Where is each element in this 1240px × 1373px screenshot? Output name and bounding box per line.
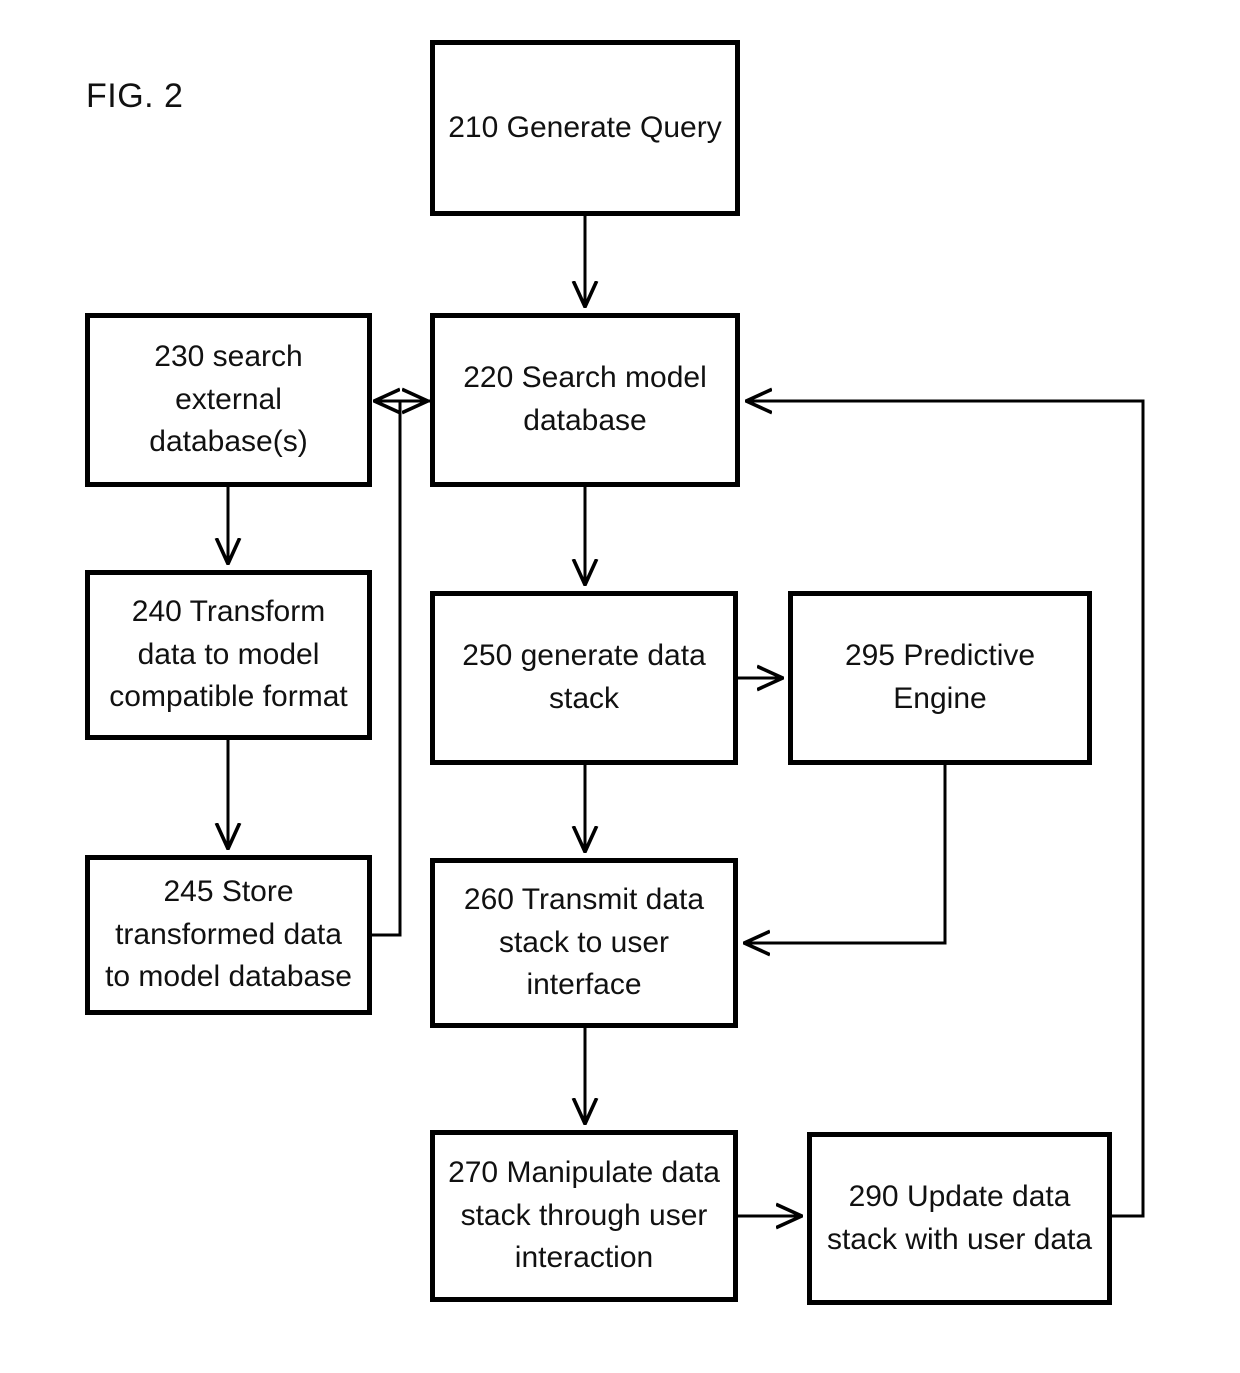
process-box-label: 230 search external database(s) [149,340,308,459]
connector-edge-290-to-220 [748,401,1145,1218]
process-box-generate-data-stack[interactable]: 250 generate data stack [430,591,738,765]
connector-edge-245-to-220 [372,401,426,937]
process-box-transmit-data-stack-to-user-interface[interactable]: 260 Transmit data stack to user interfac… [430,858,738,1028]
connector-edge-295-to-260 [746,765,947,943]
process-box-label: 245 Store transformed data to model data… [105,875,352,994]
process-box-label: 270 Manipulate data stack through user i… [448,1156,720,1275]
process-box-generate-query[interactable]: 210 Generate Query [430,40,740,216]
process-box-label: 260 Transmit data stack to user interfac… [463,883,705,1002]
process-box-label: 220 Search model database [463,361,707,437]
process-box-store-transformed-data-to-model-database[interactable]: 245 Store transformed data to model data… [85,855,372,1015]
process-box-search-model-database[interactable]: 220 Search model database [430,313,740,487]
figure-canvas: FIG. 2 210 Generate Query 230 search exte… [0,0,1240,1373]
process-box-transform-data-to-model-compatible-format[interactable]: 240 Transform data to model compatible f… [85,570,372,740]
process-box-predictive-engine[interactable]: 295 Predictive Engine [788,591,1092,765]
process-box-label: 250 generate data stack [462,639,706,715]
process-box-manipulate-data-stack-through-user-interaction[interactable]: 270 Manipulate data stack through user i… [430,1130,738,1302]
process-box-label: 210 Generate Query [448,110,722,144]
process-box-update-data-stack-with-user-data[interactable]: 290 Update data stack with user data [807,1132,1112,1305]
figure-caption: FIG. 2 [86,77,184,115]
process-box-label: 295 Predictive Engine [844,639,1036,715]
process-box-label: 290 Update data stack with user data [826,1179,1093,1256]
process-box-search-external-database[interactable]: 230 search external database(s) [85,313,372,487]
process-box-label: 240 Transform data to model compatible f… [109,595,348,714]
